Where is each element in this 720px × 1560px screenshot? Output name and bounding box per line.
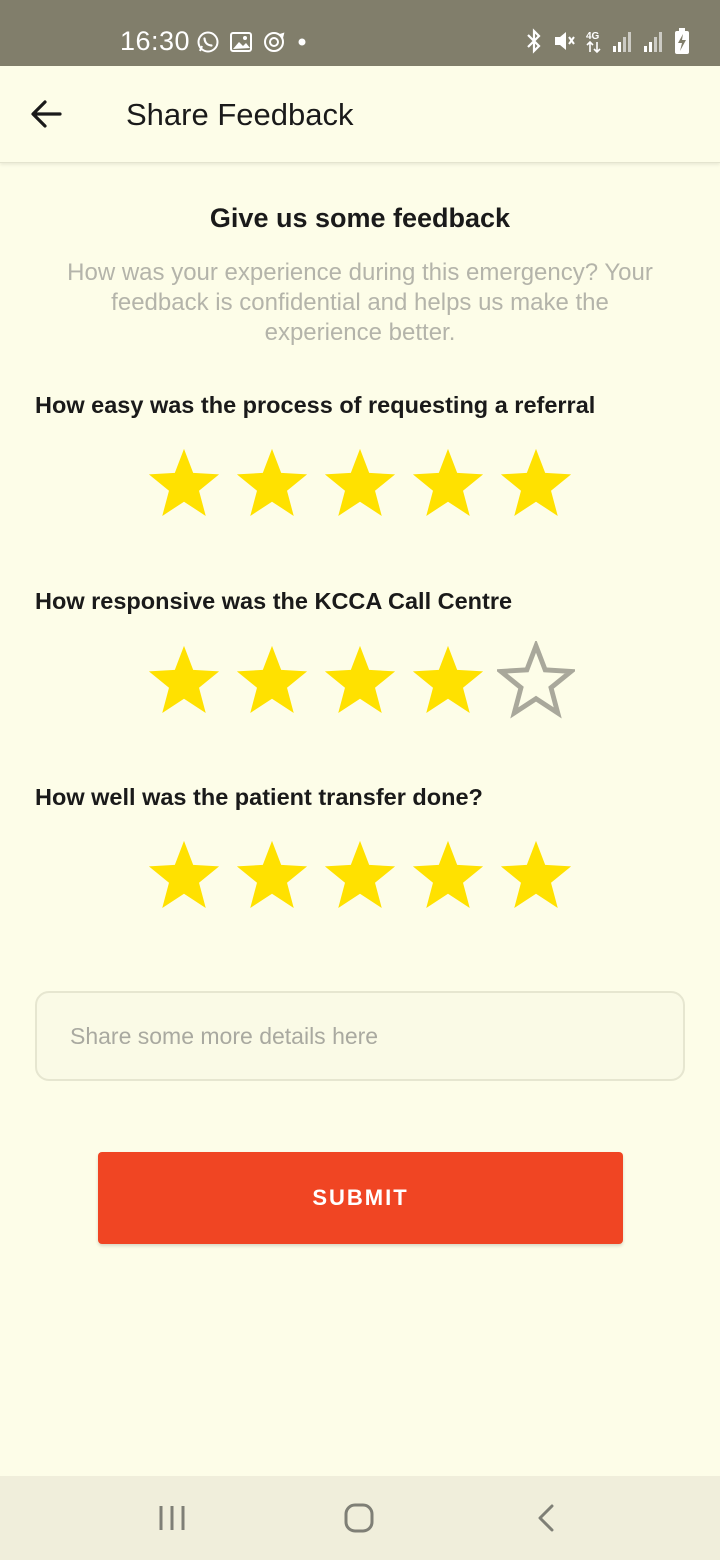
whatsapp-icon [197, 31, 219, 53]
star-filled-icon[interactable] [140, 640, 228, 720]
star-filled-icon[interactable] [316, 835, 404, 915]
star-filled-icon[interactable] [228, 835, 316, 915]
home-icon [344, 1503, 374, 1533]
star-filled-icon[interactable] [316, 640, 404, 720]
home-button[interactable] [339, 1498, 379, 1538]
status-time: 16:30 [120, 26, 191, 56]
feedback-subtitle: How was your experience during this emer… [67, 259, 653, 346]
question-label: How well was the patient transfer done? [35, 784, 483, 810]
app-bar: Share Feedback [0, 66, 720, 163]
details-input[interactable] [35, 991, 685, 1081]
star-filled-icon[interactable] [492, 835, 580, 915]
star-filled-icon[interactable] [140, 443, 228, 523]
star-rating [140, 443, 580, 523]
arrow-left-icon [31, 100, 62, 128]
star-filled-icon[interactable] [404, 443, 492, 523]
question-label: How easy was the process of requesting a… [35, 392, 596, 418]
dot-icon [298, 38, 306, 46]
signal-icon [644, 32, 662, 52]
star-filled-icon[interactable] [492, 443, 580, 523]
back-button[interactable] [24, 92, 68, 136]
sync-icon [264, 32, 285, 52]
star-empty-icon[interactable] [492, 640, 580, 720]
star-filled-icon[interactable] [404, 835, 492, 915]
status-bar: 16:30 4G [0, 0, 720, 66]
star-filled-icon[interactable] [228, 640, 316, 720]
mute-icon [555, 32, 575, 50]
back-icon [538, 1504, 554, 1532]
signal-icon [613, 32, 631, 52]
question-label: How responsive was the KCCA Call Centre [35, 588, 513, 614]
recents-icon [159, 1506, 185, 1530]
battery-charging-icon [675, 28, 689, 54]
network-label: 4G [586, 31, 600, 42]
feedback-heading: Give us some feedback [209, 203, 511, 233]
submit-button[interactable]: SUBMIT [98, 1152, 623, 1244]
star-filled-icon[interactable] [140, 835, 228, 915]
page-title: Share Feedback [126, 97, 354, 132]
nav-back-button[interactable] [527, 1498, 567, 1538]
4g-icon: 4G [586, 31, 601, 54]
star-filled-icon[interactable] [228, 443, 316, 523]
status-right-icons: 4G [525, 26, 690, 56]
star-filled-icon[interactable] [316, 443, 404, 523]
star-rating [140, 640, 580, 720]
system-nav-bar [0, 1476, 720, 1560]
star-filled-icon[interactable] [404, 640, 492, 720]
star-rating [140, 835, 580, 915]
bluetooth-icon [527, 28, 541, 54]
gallery-icon [230, 32, 252, 52]
recents-button[interactable] [152, 1498, 192, 1538]
status-left-icons [196, 28, 309, 56]
